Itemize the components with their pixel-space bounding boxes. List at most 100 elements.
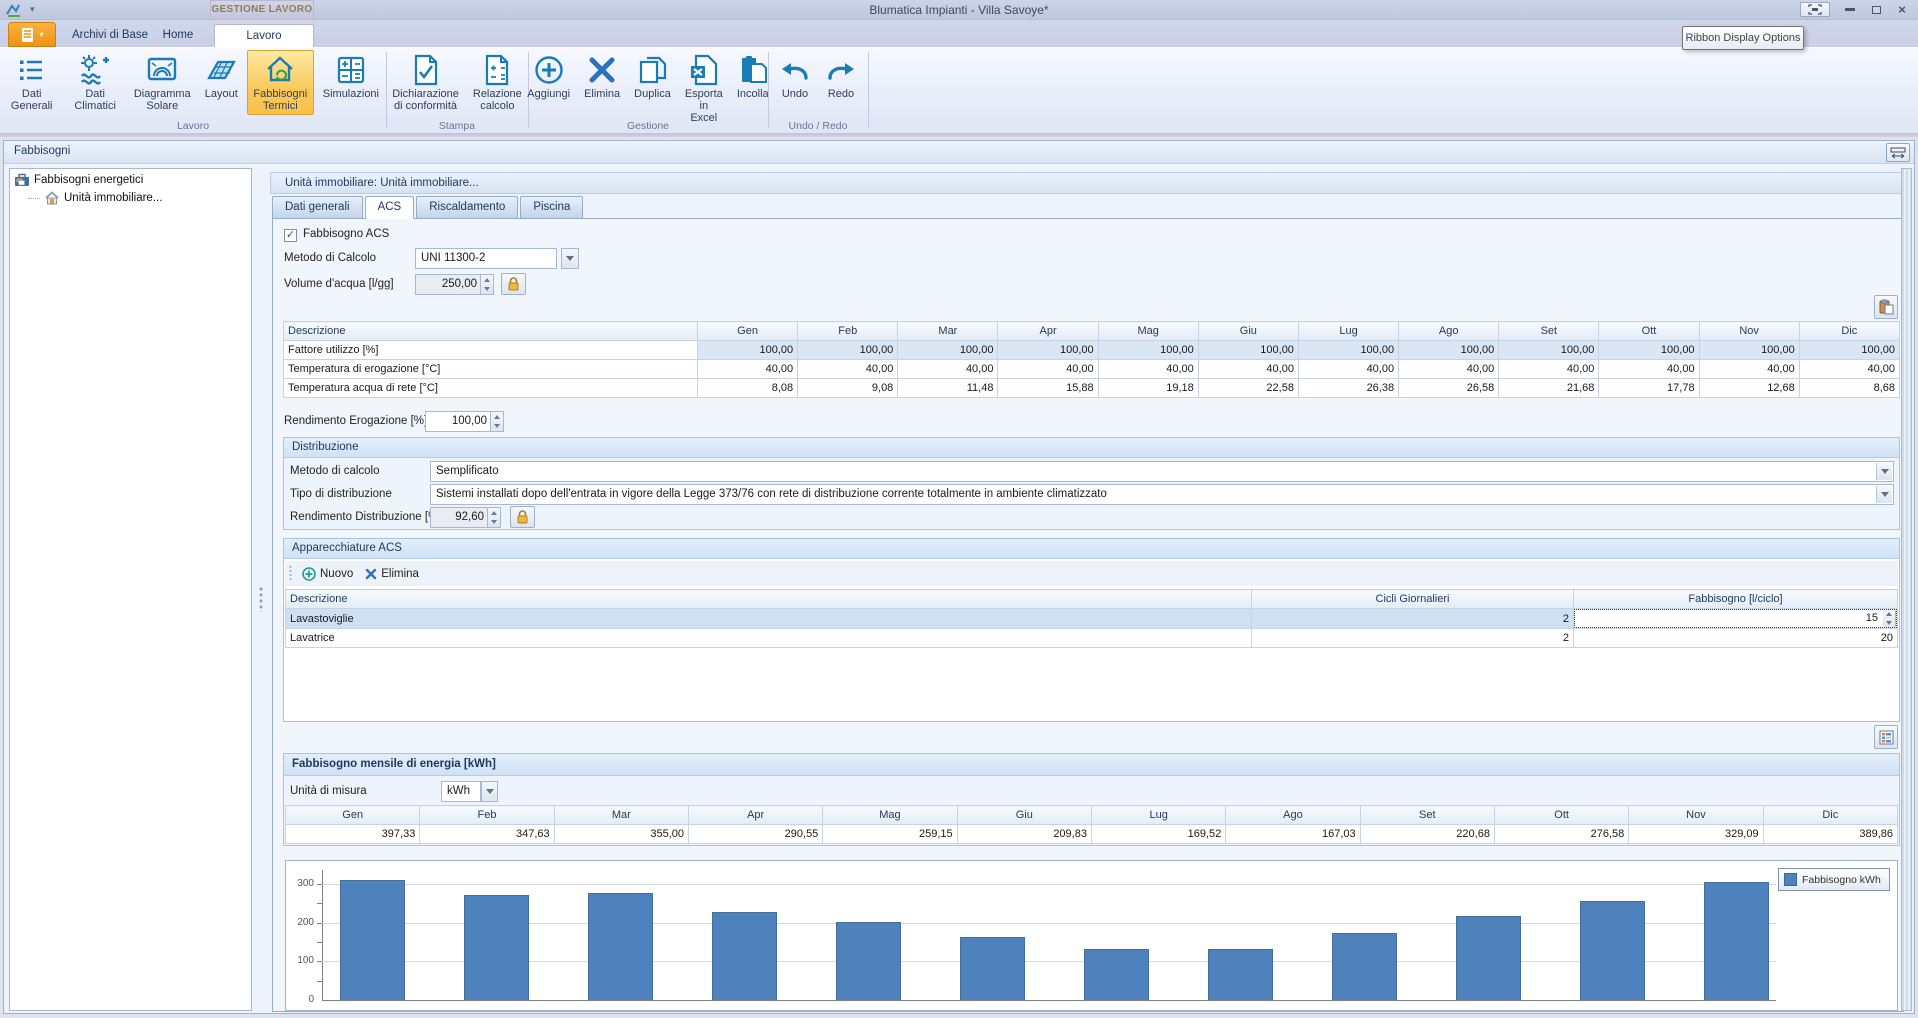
month-value-cell[interactable]: 40,00 bbox=[1098, 360, 1198, 379]
energia-col-mar[interactable]: Mar bbox=[554, 806, 688, 825]
rendimento-distribuzione-input[interactable]: 92,60 bbox=[430, 507, 488, 528]
month-value-cell[interactable]: 8,68 bbox=[1799, 379, 1899, 398]
energia-col-ott[interactable]: Ott bbox=[1494, 806, 1628, 825]
month-value-cell[interactable]: 26,58 bbox=[1399, 379, 1499, 398]
monthly-col-lug[interactable]: Lug bbox=[1298, 322, 1398, 341]
month-value-cell[interactable]: 40,00 bbox=[1198, 360, 1298, 379]
monthly-col-apr[interactable]: Apr bbox=[998, 322, 1098, 341]
monthly-col-mar[interactable]: Mar bbox=[898, 322, 998, 341]
month-value-cell[interactable]: 40,00 bbox=[1499, 360, 1599, 379]
restore-button[interactable] bbox=[1864, 2, 1888, 17]
month-value-cell[interactable]: 17,78 bbox=[1599, 379, 1699, 398]
ribbon-display-options-button[interactable] bbox=[1800, 2, 1830, 17]
monthly-col-ago[interactable]: Ago bbox=[1399, 322, 1499, 341]
dati-climatici-button[interactable]: Dati Climatici bbox=[65, 50, 124, 115]
energia-col-feb[interactable]: Feb bbox=[420, 806, 554, 825]
redo-button[interactable]: Redo bbox=[820, 50, 862, 103]
month-value-cell[interactable]: 100,00 bbox=[898, 341, 998, 360]
chart-bar-dic[interactable] bbox=[1704, 882, 1769, 1000]
duplica-button[interactable]: Duplica bbox=[629, 50, 676, 103]
cicli-cell[interactable]: 2 bbox=[1252, 629, 1574, 648]
energia-value-cell[interactable]: 167,03 bbox=[1226, 825, 1360, 844]
app-col-2[interactable]: Fabbisogno [l/ciclo] bbox=[1574, 590, 1898, 609]
chart-bar-set[interactable] bbox=[1332, 933, 1397, 1000]
fabbisogni-termici-button[interactable]: Fabbisogni Termici bbox=[247, 50, 314, 115]
energia-col-set[interactable]: Set bbox=[1360, 806, 1494, 825]
undo-button[interactable]: Undo bbox=[774, 50, 816, 103]
month-value-cell[interactable]: 40,00 bbox=[1599, 360, 1699, 379]
energia-col-giu[interactable]: Giu bbox=[957, 806, 1091, 825]
file-menu-button[interactable]: ▾ bbox=[8, 22, 56, 47]
month-value-cell[interactable]: 40,00 bbox=[1799, 360, 1899, 379]
month-value-cell[interactable]: 100,00 bbox=[1599, 341, 1699, 360]
month-value-cell[interactable]: 100,00 bbox=[1799, 341, 1899, 360]
month-value-cell[interactable]: 19,18 bbox=[1098, 379, 1198, 398]
tab-piscina[interactable]: Piscina bbox=[520, 196, 583, 218]
energia-value-cell[interactable]: 290,55 bbox=[688, 825, 822, 844]
month-value-cell[interactable]: 11,48 bbox=[898, 379, 998, 398]
chart-bar-giu[interactable] bbox=[960, 937, 1025, 1000]
metodo-calcolo-combobox[interactable]: UNI 11300-2 bbox=[415, 248, 557, 269]
close-button[interactable]: × bbox=[1890, 2, 1914, 17]
tab-dati-generali[interactable]: Dati generali bbox=[272, 196, 363, 218]
diagramma-solare-button[interactable]: Diagramma Solare bbox=[129, 50, 196, 115]
chart-bar-ott[interactable] bbox=[1456, 916, 1521, 1000]
volume-acqua-lock-button[interactable] bbox=[501, 273, 526, 295]
table-view-button[interactable] bbox=[1874, 725, 1898, 749]
month-value-cell[interactable]: 9,08 bbox=[798, 379, 898, 398]
energia-value-cell[interactable]: 397,33 bbox=[286, 825, 420, 844]
nuovo-button[interactable]: Nuovo bbox=[298, 565, 361, 583]
energia-value-cell[interactable]: 220,68 bbox=[1360, 825, 1494, 844]
month-value-cell[interactable]: 100,00 bbox=[1198, 341, 1298, 360]
apparecchiatura-row[interactable]: Lavastoviglie215 bbox=[286, 609, 1898, 629]
chevron-down-icon[interactable] bbox=[1876, 463, 1892, 480]
unita-misura-combobox[interactable]: kWh bbox=[441, 781, 481, 802]
tipo-distribuzione-combobox[interactable]: Sistemi installati dopo dell'entrata in … bbox=[430, 484, 1894, 505]
elimina-button[interactable]: Elimina bbox=[579, 50, 625, 103]
app-col-1[interactable]: Cicli Giornalieri bbox=[1252, 590, 1574, 609]
month-value-cell[interactable]: 100,00 bbox=[1699, 341, 1799, 360]
panel-splitter[interactable] bbox=[252, 168, 270, 1011]
month-value-cell[interactable]: 40,00 bbox=[698, 360, 798, 379]
month-value-cell[interactable]: 12,68 bbox=[1699, 379, 1799, 398]
row-label[interactable]: Fattore utilizzo [%] bbox=[284, 341, 698, 360]
month-value-cell[interactable]: 100,00 bbox=[1499, 341, 1599, 360]
vertical-scrollbar[interactable] bbox=[1901, 168, 1912, 1011]
dichiarazione-di-conformità-button[interactable]: Dichiarazione di conformità bbox=[387, 50, 464, 115]
month-value-cell[interactable]: 26,38 bbox=[1298, 379, 1398, 398]
energia-value-cell[interactable]: 259,15 bbox=[823, 825, 957, 844]
month-value-cell[interactable]: 100,00 bbox=[1298, 341, 1398, 360]
row-label[interactable]: Temperatura di erogazione [°C] bbox=[284, 360, 698, 379]
monthly-col-dic[interactable]: Dic bbox=[1799, 322, 1899, 341]
energia-value-cell[interactable]: 389,86 bbox=[1763, 825, 1897, 844]
minimize-button[interactable] bbox=[1838, 2, 1862, 17]
rendimento-erogazione-input[interactable]: 100,00 bbox=[425, 411, 491, 432]
distribuzione-metodo-combobox[interactable]: Semplificato bbox=[430, 461, 1894, 482]
energia-col-dic[interactable]: Dic bbox=[1763, 806, 1897, 825]
month-value-cell[interactable]: 21,68 bbox=[1499, 379, 1599, 398]
month-value-cell[interactable]: 100,00 bbox=[1399, 341, 1499, 360]
simulazioni-button[interactable]: Simulazioni bbox=[318, 50, 384, 103]
tab-riscaldamento[interactable]: Riscaldamento bbox=[416, 196, 518, 218]
month-value-cell[interactable]: 100,00 bbox=[698, 341, 798, 360]
fabbisogno-edit-cell[interactable]: 15 bbox=[1574, 609, 1898, 629]
copy-table-button[interactable] bbox=[1874, 295, 1898, 319]
chart-bar-ago[interactable] bbox=[1208, 949, 1273, 1000]
monthly-col-ott[interactable]: Ott bbox=[1599, 322, 1699, 341]
energia-value-cell[interactable]: 355,00 bbox=[554, 825, 688, 844]
apparecchiatura-row[interactable]: Lavatrice220 bbox=[286, 629, 1898, 648]
energia-value-cell[interactable]: 276,58 bbox=[1494, 825, 1628, 844]
unita-misura-dropdown-button[interactable] bbox=[481, 781, 498, 802]
app-col-0[interactable]: Descrizione bbox=[286, 590, 1252, 609]
chart-bar-mag[interactable] bbox=[836, 922, 901, 1000]
month-value-cell[interactable]: 40,00 bbox=[1699, 360, 1799, 379]
monthly-col-descrizione[interactable]: Descrizione bbox=[284, 322, 698, 341]
panel-resize-button[interactable] bbox=[1886, 143, 1910, 162]
energia-value-cell[interactable]: 347,63 bbox=[420, 825, 554, 844]
fabbisogno-cell[interactable]: 20 bbox=[1574, 629, 1898, 648]
aggiungi-button[interactable]: Aggiungi bbox=[522, 50, 575, 103]
chevron-down-icon[interactable] bbox=[1876, 486, 1892, 503]
ribbon-tab-archivi-di-base[interactable]: Archivi di Base bbox=[60, 24, 160, 47]
monthly-col-gen[interactable]: Gen bbox=[698, 322, 798, 341]
energia-col-ago[interactable]: Ago bbox=[1226, 806, 1360, 825]
